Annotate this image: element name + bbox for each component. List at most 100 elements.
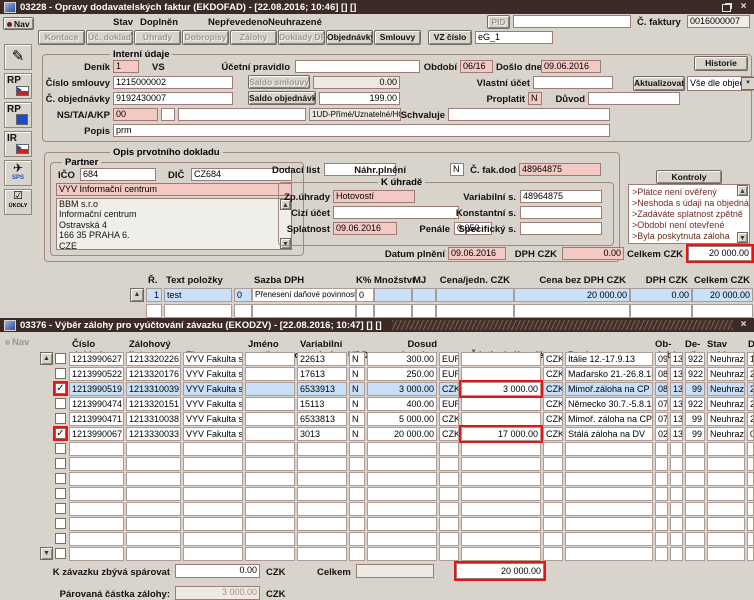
vlastni-ucet-field[interactable] — [533, 76, 613, 89]
ns-field-3[interactable] — [178, 108, 306, 121]
duvod-field[interactable] — [588, 92, 680, 105]
aktualizovat-button[interactable]: Aktualizovat — [633, 76, 685, 91]
obdobi-label: Období — [420, 62, 457, 73]
ns-field-1[interactable]: 00 — [113, 108, 158, 121]
row-checkbox[interactable] — [55, 398, 66, 409]
c-fakdod-field[interactable]: 48964875 — [519, 163, 601, 176]
table-row-empty — [0, 487, 754, 501]
saldo-smlouvy-field: 0.00 — [313, 76, 400, 89]
titlebar-top[interactable]: 03228 - Opravy dodavatelských faktur (EK… — [0, 0, 754, 14]
konstantni-field[interactable] — [520, 206, 602, 219]
sps-button[interactable]: ✈SPS — [4, 160, 32, 186]
col-stav-header: Stav — [707, 339, 727, 350]
items-header-celkem: Celkem CZK — [690, 275, 750, 286]
partner-name-field[interactable]: VYV Informační centrum — [56, 183, 292, 196]
row-checkbox-checked[interactable]: ✓ — [55, 428, 66, 439]
doslo-dne-field[interactable]: 09.06.2016 — [541, 60, 601, 73]
splatnost-field[interactable]: 09.06.2016 — [333, 222, 397, 235]
specificky-field[interactable] — [520, 222, 602, 235]
table-row-empty — [0, 502, 754, 516]
row-checkbox[interactable] — [55, 443, 66, 454]
stav-label: Stav — [113, 17, 133, 28]
kontroly-button[interactable]: Kontroly — [656, 170, 722, 184]
castka-k-uhrade-cell[interactable]: 3 000.00 — [461, 382, 541, 396]
close-icon[interactable]: × — [737, 320, 750, 331]
uhrazeno-value: Neuhrazené — [268, 17, 322, 28]
row-checkbox[interactable] — [55, 473, 66, 484]
vz-cislo-field[interactable]: eG_1 — [475, 31, 553, 44]
stav-value: Doplněn — [140, 17, 178, 28]
col-denik-header: De- — [685, 339, 700, 350]
table-row: 1213990522 1213320176 VYV Fakulta stroj … — [0, 367, 754, 381]
ukoly-button[interactable]: ☑ÚKOLY — [4, 189, 32, 215]
objednavky-button[interactable]: Objednávky — [326, 30, 373, 45]
denik-field[interactable]: 1 — [113, 60, 139, 73]
c-fakdod-label: Č. fak.dod — [468, 165, 516, 176]
titlebar-bottom[interactable]: 03376 - Výběr zálohy pro vyúčtování záva… — [0, 318, 754, 332]
prevedeno-value: Nepřevedeno — [208, 17, 268, 28]
c-objednavky-field[interactable]: 9192430007 — [113, 92, 233, 105]
row-checkbox[interactable] — [55, 413, 66, 424]
row-checkbox[interactable] — [55, 458, 66, 469]
datum-plneni-field[interactable]: 09.06.2016 — [448, 247, 506, 260]
row-checkbox[interactable] — [55, 548, 66, 559]
items-header-dph: DPH CZK — [628, 275, 688, 286]
cislo-smlouvy-field[interactable]: 1215000002 — [113, 76, 233, 89]
historie-button[interactable]: Historie — [694, 56, 748, 71]
checklist-icon: ☑ — [5, 190, 31, 203]
row-checkbox[interactable] — [55, 503, 66, 514]
close-icon[interactable]: × — [737, 2, 750, 13]
uhrady-button: Úhrady — [134, 30, 181, 45]
col-dosud-header: Dosud — [367, 339, 437, 350]
nav-button[interactable]: Nav — [3, 17, 34, 30]
window-title: 03228 - Opravy dodavatelských faktur (EK… — [20, 2, 356, 13]
ico-field[interactable]: 684 — [80, 168, 156, 181]
proplatit-field[interactable]: N — [528, 92, 542, 105]
kontroly-scroll-up-icon[interactable]: ▲ — [737, 185, 748, 196]
item-row-empty — [0, 304, 754, 318]
nahr-plneni-field[interactable]: N — [450, 163, 464, 176]
smlouvy-button[interactable]: Smlouvy — [374, 30, 421, 45]
chevron-down-icon[interactable]: ▼ — [741, 77, 754, 90]
rp-cz-button[interactable]: RP — [4, 73, 32, 99]
c-faktury-label: Č. faktury — [637, 17, 681, 28]
popis-field[interactable]: prm — [113, 124, 610, 137]
celkem-total-field[interactable]: 20 000.00 — [456, 563, 544, 579]
restore-icon[interactable] — [720, 2, 733, 13]
c-faktury-field[interactable]: 0016000007 — [687, 15, 750, 28]
castka-k-uhrade-cell[interactable]: 17 000.00 — [461, 427, 541, 441]
ir-cz-button[interactable]: IR — [4, 131, 32, 157]
window-ekdofad: 03228 - Opravy dodavatelských faktur (EK… — [0, 0, 754, 318]
obdobi-field[interactable]: 06/16 — [460, 60, 493, 73]
dph-czk-field[interactable]: 0.00 — [562, 247, 624, 260]
row-checkbox[interactable] — [55, 533, 66, 544]
pid-field[interactable] — [513, 15, 631, 28]
row-checkbox[interactable] — [55, 488, 66, 499]
table-row-selected: ✓ 1213990519 1213310039 VYV Fakulta stro… — [0, 382, 754, 396]
row-checkbox[interactable] — [55, 353, 66, 364]
ns-field-2[interactable] — [161, 108, 175, 121]
sign-button[interactable]: ✎ — [4, 44, 32, 70]
ucetni-pravidlo-field[interactable] — [295, 60, 420, 73]
nav-label: Nav — [5, 337, 29, 348]
konstantni-label: Konstantní s. — [432, 208, 516, 219]
kontroly-scroll-down-icon[interactable]: ▼ — [737, 232, 748, 243]
nahr-plneni-label: Náhr.plnění — [350, 165, 406, 176]
saldo-objednavky-button[interactable]: Saldo objednávky — [248, 91, 316, 105]
row-checkbox-checked[interactable]: ✓ — [55, 383, 66, 394]
row-checkbox[interactable] — [55, 518, 66, 529]
col-obdobi-header: Ob- — [655, 339, 671, 350]
schvaluje-field[interactable] — [448, 108, 610, 121]
variabilni-field[interactable]: 48964875 — [520, 190, 602, 203]
partner-address-box[interactable]: BBM s.r.o Informační centrum Ostravská 4… — [56, 198, 292, 250]
rp-eu-button[interactable]: RP — [4, 102, 32, 128]
vz-cislo-button[interactable]: VZ číslo — [428, 30, 472, 45]
k-uhrade-legend: K úhradě — [378, 177, 425, 188]
cz-flag-icon — [16, 86, 29, 96]
zp-uhrady-field[interactable]: Hotovostí — [333, 190, 415, 203]
variabilni-label: Variabilní s. — [432, 192, 516, 203]
row-checkbox[interactable] — [55, 368, 66, 379]
proplatit-label: Proplatit — [480, 94, 525, 105]
celkem-czk-field[interactable]: 20 000.00 — [688, 246, 752, 261]
pid-button: PID — [487, 15, 510, 29]
